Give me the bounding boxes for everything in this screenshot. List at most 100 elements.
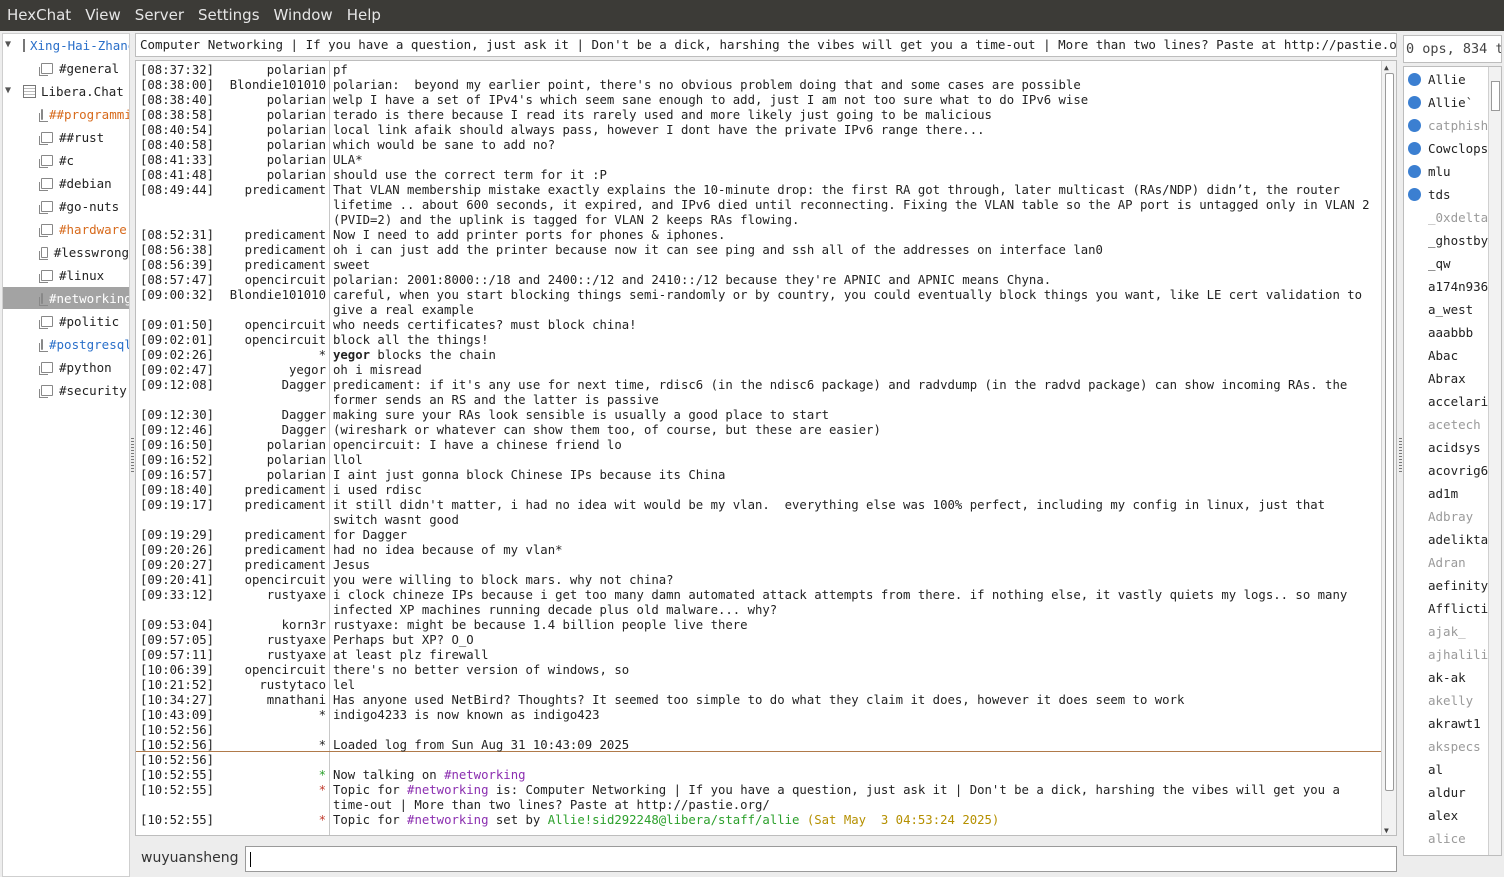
nick[interactable]: opencircuit (216, 663, 326, 678)
user-list-item[interactable]: Allie` (1404, 91, 1489, 114)
user-list-item[interactable]: alex (1404, 804, 1489, 827)
nick[interactable]: yegor (216, 363, 326, 378)
nick[interactable]: Blondie101010 (216, 288, 326, 303)
channel-item[interactable]: #general (3, 57, 129, 79)
user-list-item[interactable]: Afflictio (1404, 597, 1489, 620)
nick[interactable]: * (216, 708, 326, 723)
nick[interactable]: opencircuit (216, 573, 326, 588)
nick[interactable]: mnathani (216, 693, 326, 708)
user-list-item[interactable]: Adbray (1404, 505, 1489, 528)
user-list-item[interactable]: ajhalili2 (1404, 643, 1489, 666)
nick[interactable]: opencircuit (216, 318, 326, 333)
user-list-item[interactable]: acidsys (1404, 436, 1489, 459)
channel-item[interactable]: #linux (3, 264, 129, 286)
nick[interactable]: rustytaco (216, 678, 326, 693)
nick[interactable]: predicament (216, 543, 326, 558)
pane-resize-grip[interactable] (131, 438, 134, 474)
channel-item[interactable]: #networking (3, 287, 129, 309)
channel-item[interactable]: #postgresql (3, 333, 129, 355)
nick[interactable]: polarian (216, 108, 326, 123)
nick[interactable]: polarian (216, 63, 326, 78)
user-list-item[interactable]: akrawt1 (1404, 712, 1489, 735)
user-list-item[interactable]: a174n936 (1404, 275, 1489, 298)
menu-settings[interactable]: Settings (191, 0, 267, 31)
channel-link[interactable]: #networking (407, 783, 488, 797)
nick[interactable]: polarian (216, 138, 326, 153)
userlist-scrollbar[interactable] (1488, 67, 1501, 855)
user-list-item[interactable]: ajak_ (1404, 620, 1489, 643)
nick[interactable]: Dagger (216, 408, 326, 423)
nick[interactable]: rustyaxe (216, 633, 326, 648)
channel-item[interactable]: #python (3, 356, 129, 378)
user-list-item[interactable]: catphish (1404, 114, 1489, 137)
network-item[interactable]: ▼ Xing-Hai-Zhang (3, 34, 129, 56)
scroll-up-arrow-icon[interactable]: ▲ (1384, 63, 1389, 72)
user-list-item[interactable]: alice (1404, 827, 1489, 850)
channel-item[interactable]: ##programming (3, 103, 129, 125)
menu-view[interactable]: View (78, 0, 128, 31)
chat-scrollbar-thumb[interactable] (1385, 73, 1394, 791)
menu-hexchat[interactable]: HexChat (0, 0, 78, 31)
expander-icon[interactable]: ▼ (5, 40, 15, 50)
menu-window[interactable]: Window (267, 0, 340, 31)
nick[interactable]: Blondie101010 (216, 78, 326, 93)
action-nick[interactable]: yegor (333, 348, 370, 362)
user-list-item[interactable]: acovrig60 (1404, 459, 1489, 482)
chat-scrollbar[interactable]: ▲ ▼ (1381, 61, 1396, 835)
nick[interactable]: * (216, 738, 326, 753)
channel-link[interactable]: #networking (444, 768, 525, 782)
nick[interactable]: opencircuit (216, 273, 326, 288)
user-list-item[interactable]: _qw (1404, 252, 1489, 275)
user-list-item[interactable]: aaabbb (1404, 321, 1489, 344)
nick[interactable]: predicament (216, 258, 326, 273)
user-list-item[interactable]: ak-ak (1404, 666, 1489, 689)
nick[interactable]: predicament (216, 228, 326, 243)
expander-icon[interactable]: ▼ (5, 86, 15, 96)
user-list-item[interactable]: Adran (1404, 551, 1489, 574)
user-list-item[interactable]: accelario (1404, 390, 1489, 413)
nick[interactable]: * (216, 348, 326, 363)
channel-link[interactable]: #networking (407, 813, 488, 827)
channel-item[interactable]: #go-nuts (3, 195, 129, 217)
user-list-item[interactable]: aldur (1404, 781, 1489, 804)
nick[interactable]: rustyaxe (216, 588, 326, 603)
nick[interactable]: rustyaxe (216, 648, 326, 663)
nick[interactable]: * (216, 768, 326, 783)
channel-item[interactable]: #politic (3, 310, 129, 332)
user-list-item[interactable]: tds (1404, 183, 1489, 206)
nick[interactable]: polarian (216, 468, 326, 483)
nick[interactable]: korn3r (216, 618, 326, 633)
nick[interactable]: predicament (216, 183, 326, 198)
channel-item[interactable]: #c (3, 149, 129, 171)
nick[interactable]: predicament (216, 558, 326, 573)
user-list-item[interactable]: aefinity (1404, 574, 1489, 597)
menu-help[interactable]: Help (340, 0, 388, 31)
channel-item[interactable]: #lesswrong (3, 241, 129, 263)
user-list-item[interactable]: akelly (1404, 689, 1489, 712)
channel-item[interactable]: ##rust (3, 126, 129, 148)
channel-item[interactable]: #debian (3, 172, 129, 194)
nick[interactable]: polarian (216, 438, 326, 453)
userlist-scrollbar-thumb[interactable] (1491, 81, 1500, 111)
network-item[interactable]: ▼ Libera.Chat (3, 80, 129, 102)
nick-button[interactable]: wuyuansheng (141, 850, 238, 866)
user-list-item[interactable]: Allie (1404, 68, 1489, 91)
channel-item[interactable]: #security (3, 379, 129, 401)
nick[interactable]: predicament (216, 483, 326, 498)
nick[interactable]: predicament (216, 498, 326, 513)
channel-item[interactable]: #hardware (3, 218, 129, 240)
nick[interactable]: polarian (216, 123, 326, 138)
user-list-item[interactable]: Abac (1404, 344, 1489, 367)
nick[interactable]: Dagger (216, 423, 326, 438)
menu-server[interactable]: Server (128, 0, 191, 31)
nick[interactable]: polarian (216, 93, 326, 108)
nick[interactable]: Dagger (216, 378, 326, 393)
user-list-item[interactable]: mlu (1404, 160, 1489, 183)
scroll-down-arrow-icon[interactable]: ▼ (1384, 826, 1389, 835)
user-list-item[interactable]: Cowclops (1404, 137, 1489, 160)
userlist-resize-grip[interactable] (1399, 438, 1402, 474)
user-list-item[interactable]: Abrax (1404, 367, 1489, 390)
nick[interactable]: predicament (216, 528, 326, 543)
nick[interactable]: * (216, 813, 326, 828)
topic-bar[interactable]: Computer Networking | If you have a ques… (135, 33, 1397, 57)
